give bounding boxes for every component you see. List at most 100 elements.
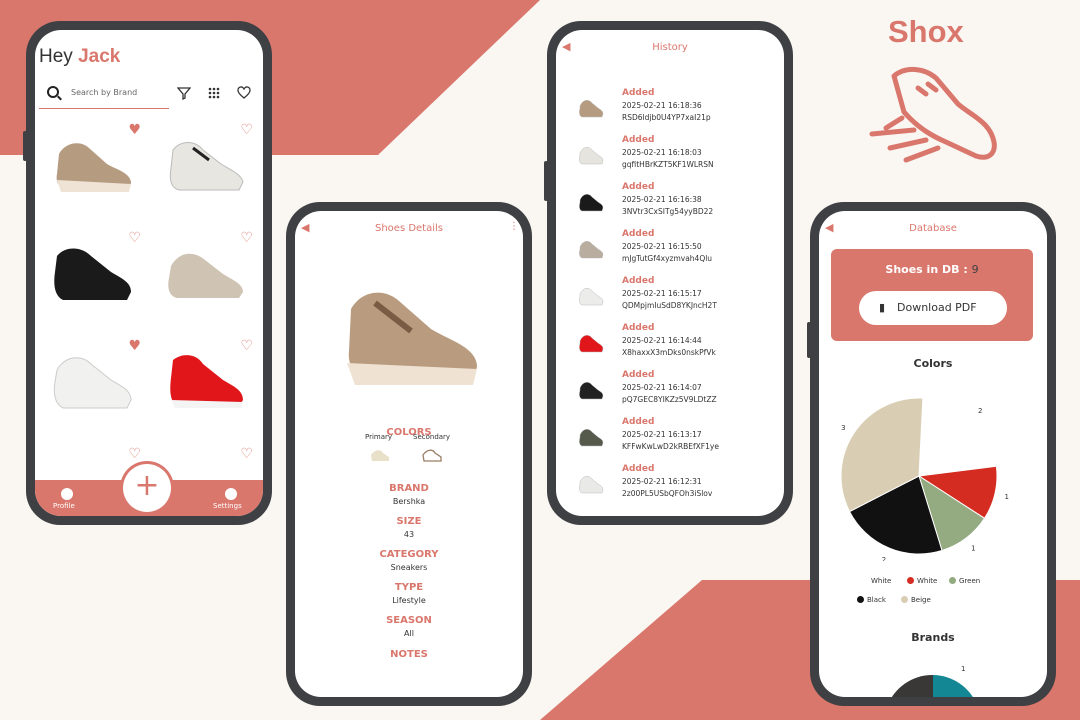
history-shoe-thumbnail <box>579 382 604 400</box>
size-label: SIZE <box>396 516 422 527</box>
pie-slice-value-label: 1 <box>1005 493 1009 501</box>
db-summary-card: Shoes in DB : 9 ▮ Download PDF <box>831 249 1033 341</box>
history-status: Added <box>622 182 655 192</box>
page-title: Shoes Details <box>374 223 443 234</box>
search-placeholder: Search by Brand <box>71 88 138 97</box>
history-item[interactable]: Added 2025-02-21 16:18:36 RSD6ldjb0U4YP7xa… <box>556 88 784 135</box>
brands-chart-title: Brands <box>911 631 955 644</box>
heart-outline-icon[interactable]: ♡ <box>128 446 141 462</box>
shoe-tile[interactable]: ♡ <box>151 332 263 440</box>
heart-outline-icon[interactable]: ♡ <box>240 446 253 462</box>
history-item[interactable]: Added 2025-02-21 16:12:31 2z00PL5USbQFOh3i… <box>556 464 784 511</box>
settings-gear-icon[interactable] <box>225 488 237 500</box>
history-id: 2z00PL5USbQFOh3iSlov <box>622 489 713 498</box>
side-button <box>544 161 548 201</box>
category-label: CATEGORY <box>379 549 439 560</box>
favorites-heart-icon[interactable] <box>237 86 251 104</box>
history-status: Added <box>622 370 655 380</box>
colors-pie-chart: 2 1 1 2 3 <box>840 397 1009 561</box>
legend-label: Green <box>959 577 981 585</box>
shoe-tile[interactable]: ♥ <box>39 116 151 224</box>
notes-label: NOTES <box>390 649 428 660</box>
phone-home: Hey Jack Search by Brand ♥ ♡ ♡ ♡ ♥ ♡ ♡ ♡… <box>23 21 272 525</box>
legend-label: Beige <box>911 596 931 604</box>
history-timestamp: 2025-02-21 16:16:38 <box>622 195 702 204</box>
beige-knit-sneaker-image <box>168 253 243 298</box>
history-shoe-thumbnail <box>579 241 604 259</box>
profile-icon[interactable] <box>61 488 73 500</box>
shoe-tile[interactable]: ♥ <box>39 332 151 440</box>
db-count: Shoes in DB : 9 <box>831 263 1033 276</box>
details-screen: ◀ Shoes Details ⋮ COLORS Primary Seconda… <box>295 211 523 697</box>
more-options-icon[interactable]: ⋮ <box>509 221 519 232</box>
size-value: 43 <box>403 530 415 539</box>
tab-profile[interactable]: Profile <box>53 502 75 510</box>
pie-slice-value-label: 2 <box>882 556 886 561</box>
type-label: TYPE <box>394 582 424 593</box>
history-id: gqfitHBrKZT5KF1WLRSN <box>622 160 714 169</box>
history-item[interactable]: Added 2025-02-21 16:15:17 QDMpjmIuSdD8YKJn… <box>556 276 784 323</box>
brand-value: Bershka <box>392 497 426 506</box>
legend-color-dot <box>857 596 864 603</box>
pie-slice-value-label: 3 <box>841 424 845 432</box>
shoe-tile[interactable]: ♡ <box>151 224 263 332</box>
red-sneaker-image <box>170 355 243 408</box>
filter-icon[interactable] <box>176 86 192 104</box>
pie-slice-value-label: 1 <box>971 545 975 553</box>
history-item[interactable]: Added 2025-02-21 16:15:50 mJgTutGf4xyzmvah… <box>556 229 784 276</box>
season-label: SEASON <box>386 615 432 626</box>
add-shoe-button[interactable]: + <box>123 464 171 512</box>
legend-item: Beige <box>901 596 931 604</box>
tab-settings[interactable]: Settings <box>213 502 242 510</box>
greeting-text: Hey <box>39 46 73 67</box>
season-value: All <box>404 629 414 638</box>
brand-label: BRAND <box>389 483 429 494</box>
history-shoe-thumbnail <box>579 288 604 306</box>
shoe-tile[interactable]: ♡ <box>151 116 263 224</box>
history-screen: ◀ History Added 2025-02-21 16:18:36 RSD6ld… <box>556 30 784 516</box>
sneaker-logo-icon <box>869 67 997 163</box>
history-item[interactable]: Added 2025-02-21 16:18:03 gqfitHBrKZT5KF1W… <box>556 135 784 182</box>
history-item[interactable]: Added 2025-02-21 16:14:44 X8haxxX3mDks0nsk… <box>556 323 784 370</box>
legend-label: White <box>871 577 892 585</box>
search-input[interactable]: Search by Brand <box>39 78 169 109</box>
legend-item: Green <box>949 577 980 585</box>
legend-item: White <box>907 577 937 585</box>
shoe-detail-image <box>347 292 477 385</box>
download-pdf-button[interactable]: ▮ Download PDF <box>859 291 1007 325</box>
side-button <box>23 131 27 161</box>
legend-color-dot <box>907 577 914 584</box>
brands-slice <box>933 675 973 697</box>
history-shoe-thumbnail <box>579 429 604 447</box>
db-count-value: 9 <box>971 263 979 276</box>
history-item[interactable]: Added 2025-02-21 16:13:17 KFFwKwLwD2kRBEfX… <box>556 417 784 464</box>
history-timestamp: 2025-02-21 16:13:17 <box>622 430 702 439</box>
home-screen: Hey Jack Search by Brand ♥ ♡ ♡ ♡ ♥ ♡ ♡ ♡… <box>35 30 263 516</box>
legend-item: Black <box>857 596 886 604</box>
primary-color-label: Primary <box>365 433 393 441</box>
shoe-tile[interactable]: ♡ <box>39 224 151 332</box>
primary-color-swatch-icon <box>371 450 389 461</box>
page-title: Database <box>909 223 957 234</box>
plus-icon: + <box>134 468 160 503</box>
legend-label: Black <box>867 596 886 604</box>
history-item[interactable]: Added 2025-02-21 16:14:07 pQ7GEC8YIKZz5V9L… <box>556 370 784 417</box>
black-sneaker-image <box>54 248 131 300</box>
colors-label: COLORS <box>386 427 432 438</box>
grid-icon[interactable] <box>207 86 221 104</box>
history-status: Added <box>622 323 655 333</box>
history-shoe-thumbnail <box>579 335 604 353</box>
legend-color-dot <box>949 577 956 584</box>
phone-history: ◀ History Added 2025-02-21 16:18:36 RSD6ld… <box>544 21 793 525</box>
brands-slice-label: 1 <box>961 665 965 673</box>
history-item[interactable]: Added 2025-02-21 16:16:38 3NVtr3CxSITg54yy… <box>556 182 784 229</box>
history-shoe-thumbnail <box>579 476 604 494</box>
phone-details: ◀ Shoes Details ⋮ COLORS Primary Seconda… <box>286 202 532 706</box>
white-sneaker-image <box>169 142 244 191</box>
secondary-color-swatch-icon <box>422 449 442 462</box>
colors-chart-title: Colors <box>913 357 953 370</box>
history-id: KFFwKwLwD2kRBEfXF1ye <box>622 442 719 451</box>
shoe-grid: ♥ ♡ ♡ ♡ ♥ ♡ ♡ ♡ <box>39 116 263 476</box>
history-shoe-thumbnail <box>579 100 604 118</box>
page-title: History <box>652 42 688 53</box>
